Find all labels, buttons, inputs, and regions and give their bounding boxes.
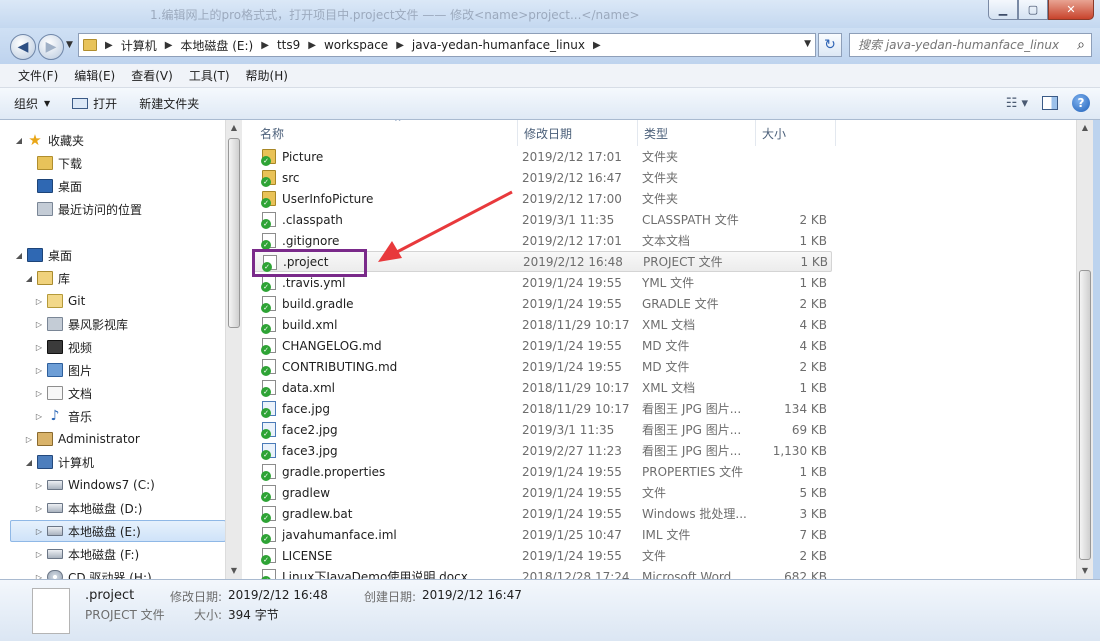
details-pane: .project PROJECT 文件 修改日期: 2019/2/12 16:4… xyxy=(0,579,1100,641)
annotation-arrow-shaft xyxy=(394,190,513,255)
annotation-arrow xyxy=(378,190,513,262)
detail-created-label: 创建日期: xyxy=(364,590,417,604)
detail-file-type: PROJECT 文件 xyxy=(85,608,165,622)
detail-modified-label: 修改日期: xyxy=(170,590,223,604)
detail-modified-value: 2019/2/12 16:48 xyxy=(228,588,328,602)
detail-size-value: 394 字节 xyxy=(228,608,279,622)
detail-file-name: .project xyxy=(85,588,135,603)
file-preview-icon xyxy=(32,588,70,634)
detail-created-value: 2019/2/12 16:47 xyxy=(422,588,522,602)
detail-size-label: 大小: xyxy=(194,608,223,622)
